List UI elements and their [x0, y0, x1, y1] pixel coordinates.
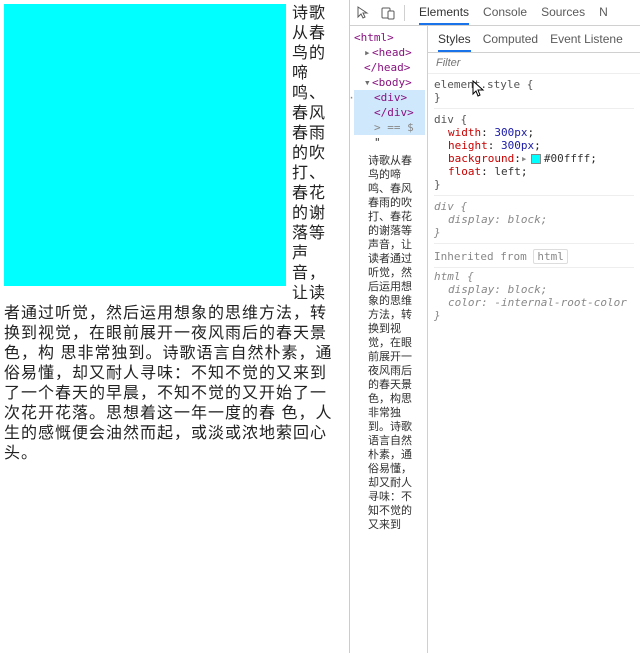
chevron-right-icon[interactable]: ▸ — [364, 45, 372, 60]
declaration[interactable]: display: block; — [434, 213, 634, 226]
ellipsis-icon[interactable]: ⋯ — [350, 90, 353, 105]
chevron-right-icon[interactable]: ▸ — [521, 152, 529, 165]
selector[interactable]: div { — [434, 113, 634, 126]
rule-element-style[interactable]: element.style { } — [434, 76, 634, 109]
declaration[interactable]: background:▸#00ffff; — [434, 152, 634, 165]
dom-node-head[interactable]: <head> — [372, 46, 412, 59]
rule-div-ua[interactable]: div { display: block; } — [434, 198, 634, 244]
tab-computed[interactable]: Computed — [483, 30, 538, 52]
inherited-from-row: Inherited from html — [434, 246, 634, 268]
selector[interactable]: element.style { — [434, 78, 634, 91]
declaration[interactable]: color: -internal-root-color — [434, 296, 634, 309]
tab-console[interactable]: Console — [483, 1, 527, 25]
dom-node-head-close[interactable]: </head> — [354, 60, 425, 75]
tab-more[interactable]: N — [599, 1, 608, 25]
dom-text-node[interactable]: 诗歌从春鸟的啼鸣、春风春雨的吹打、春花的谢落等声音，让读者通过听觉，然后运用想象… — [354, 150, 425, 536]
dom-tree[interactable]: <html> ▸<head> </head> ▾<body> ⋯ <div> <… — [350, 26, 428, 653]
rule-html-ua[interactable]: html { display: block; color: -internal-… — [434, 268, 634, 326]
styles-filter-input[interactable] — [428, 53, 640, 73]
rule-div-main[interactable]: div { width: 300px; height: 300px; backg… — [434, 111, 634, 196]
styles-rules[interactable]: element.style { } div { width: 300px; he… — [428, 74, 640, 330]
rule-close: } — [434, 91, 634, 104]
device-toggle-icon[interactable] — [380, 5, 396, 21]
dom-text-quote[interactable]: " — [354, 135, 425, 150]
styles-pane: Styles Computed Event Listene element.st… — [428, 26, 640, 653]
selector[interactable]: html { — [434, 270, 634, 283]
chevron-down-icon[interactable]: ▾ — [364, 75, 372, 90]
rule-close: } — [434, 309, 634, 322]
inherited-from-link[interactable]: html — [533, 249, 568, 264]
declaration[interactable]: float: left; — [434, 165, 634, 178]
tab-sources[interactable]: Sources — [541, 1, 585, 25]
color-swatch[interactable] — [531, 154, 541, 164]
declaration[interactable]: height: 300px; — [434, 139, 634, 152]
devtools-tabs: Elements Console Sources N — [419, 1, 608, 25]
declaration[interactable]: width: 300px; — [434, 126, 634, 139]
devtools: Elements Console Sources N <html> ▸<head… — [349, 0, 640, 653]
styles-tabs: Styles Computed Event Listene — [428, 26, 640, 53]
declaration[interactable]: display: block; — [434, 283, 634, 296]
styles-filter-row — [428, 53, 640, 74]
devtools-toolbar: Elements Console Sources N — [350, 0, 640, 26]
dom-node-body[interactable]: <body> — [372, 76, 412, 89]
selector[interactable]: div { — [434, 200, 634, 213]
inspect-icon[interactable] — [356, 5, 372, 21]
dom-node-div[interactable]: <div> — [374, 91, 407, 104]
rendered-page: 诗歌从春鸟的啼鸣、春风春雨的吹打、春花的谢落等声音，让读者通过听觉，然后运用想象… — [0, 0, 349, 653]
rule-close: } — [434, 226, 634, 239]
toolbar-divider — [404, 5, 405, 21]
tab-elements[interactable]: Elements — [419, 1, 469, 25]
dom-eq-dollar: > == $ — [354, 120, 425, 135]
tab-styles[interactable]: Styles — [438, 30, 471, 52]
rule-close: } — [434, 178, 634, 191]
tab-event-listeners[interactable]: Event Listene — [550, 30, 623, 52]
cyan-box — [4, 4, 286, 286]
dom-node-div-close[interactable]: </div> — [354, 105, 425, 120]
dom-node-html[interactable]: <html> — [354, 30, 425, 45]
